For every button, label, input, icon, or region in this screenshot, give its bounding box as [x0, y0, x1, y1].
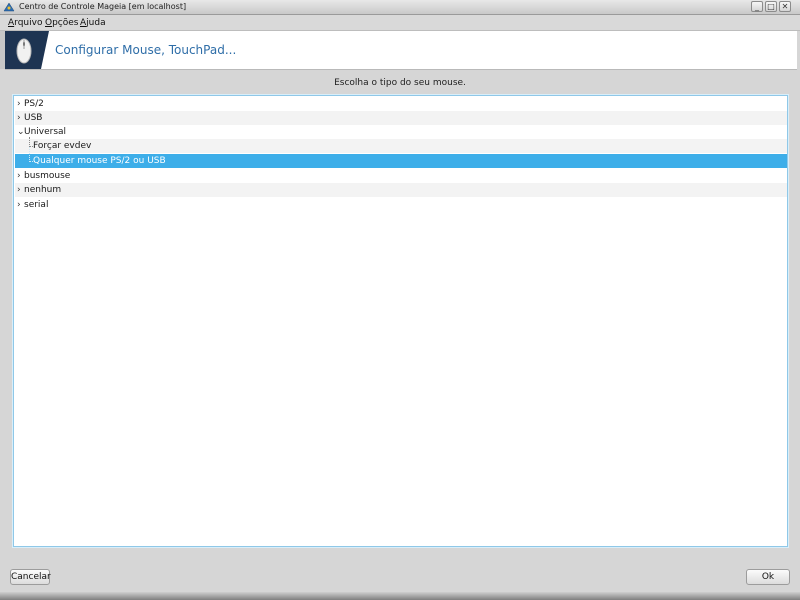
tree-item-universal[interactable]: ⌄ Universal: [15, 125, 787, 139]
maximize-button[interactable]: □: [765, 1, 777, 12]
minimize-button[interactable]: _: [751, 1, 763, 12]
tree-item-label: USB: [24, 113, 43, 123]
menu-ajuda[interactable]: Ajuda: [80, 18, 106, 28]
menu-arquivo[interactable]: Arquivo: [8, 18, 42, 28]
tree-item-busmouse[interactable]: › busmouse: [15, 169, 787, 183]
title-bar: Centro de Controle Mageia [em localhost]…: [0, 0, 800, 15]
tree-item-qualquer-mouse[interactable]: Qualquer mouse PS/2 ou USB: [15, 147, 787, 168]
menu-bar: Arquivo Opções Ajuda: [0, 15, 800, 31]
mouse-icon: [5, 31, 49, 69]
tree-item-label: PS/2: [24, 99, 44, 109]
ok-button[interactable]: Ok: [746, 569, 790, 585]
tree-item-ps2[interactable]: › PS/2: [15, 97, 787, 111]
page-title: Configurar Mouse, TouchPad...: [55, 43, 237, 57]
mageia-app-icon: [3, 2, 15, 12]
tree-item-label: Forçar evdev: [33, 141, 92, 151]
tree-item-forcar-evdev[interactable]: Forçar evdev: [15, 137, 787, 153]
cancel-button[interactable]: Cancelar: [10, 569, 51, 585]
tree-item-label: busmouse: [24, 171, 71, 181]
tree-item-nenhum[interactable]: › nenhum: [15, 183, 787, 197]
menu-opcoes[interactable]: Opções: [45, 18, 79, 28]
window-title: Centro de Controle Mageia [em localhost]: [19, 2, 187, 11]
tree-item-label: nenhum: [24, 185, 62, 195]
close-button[interactable]: ✕: [779, 1, 791, 12]
mouse-type-tree[interactable]: › PS/2 › USB ⌄ Universal Forçar evdev Qu…: [13, 95, 788, 547]
prompt-text: Escolha o tipo do seu mouse.: [334, 78, 466, 88]
tree-item-usb[interactable]: › USB: [15, 111, 787, 125]
header-banner: Configurar Mouse, TouchPad...: [5, 31, 797, 70]
tree-item-label: serial: [24, 200, 49, 210]
window-bottom-edge: [0, 592, 800, 600]
tree-item-label: Qualquer mouse PS/2 ou USB: [33, 156, 166, 166]
tree-item-serial[interactable]: › serial: [15, 198, 787, 212]
